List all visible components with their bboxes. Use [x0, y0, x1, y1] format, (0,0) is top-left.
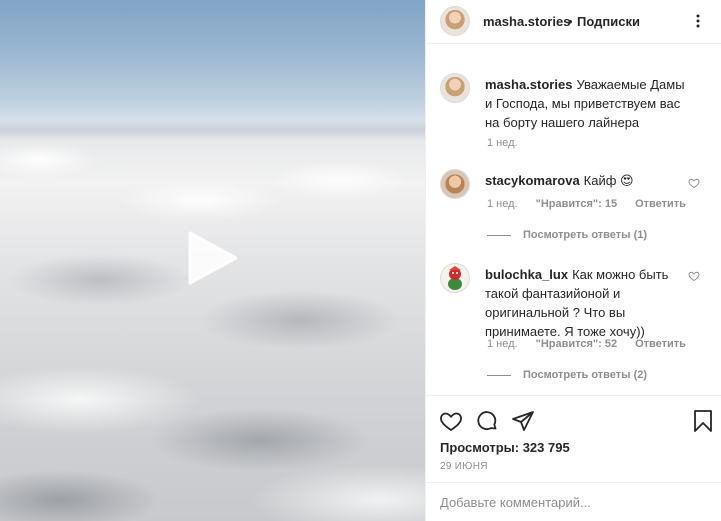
comment-icon[interactable]: [475, 409, 499, 433]
share-icon[interactable]: [511, 409, 535, 433]
comment-time[interactable]: 1 нед.: [487, 198, 518, 210]
post-sidebar: masha.stories • Подписки masha.stories Ув…: [425, 0, 721, 521]
add-comment-section: [426, 482, 721, 521]
comment-text: Кайф 😍: [583, 173, 634, 188]
play-icon[interactable]: [182, 229, 240, 287]
view-replies-label: Посмотреть ответы (1): [523, 229, 648, 241]
caption-text-block: masha.stories Уважаемые Дамы и Господа, м…: [485, 75, 685, 132]
comment-text-block: stacykomarova Кайф 😍: [485, 171, 685, 190]
views-count[interactable]: Просмотры: 323 795: [440, 440, 570, 455]
comment-heart-icon[interactable]: [688, 177, 700, 189]
video-frame: [0, 120, 425, 521]
caption-time[interactable]: 1 нед.: [487, 137, 518, 149]
comment-text-block: bulochka_lux Как можно быть такой фантази…: [485, 265, 685, 341]
comment-meta: 1 нед. "Нравится": 52 Ответить: [487, 338, 686, 350]
author-username[interactable]: masha.stories: [483, 14, 570, 29]
comment-heart-icon[interactable]: [688, 270, 700, 282]
comment-avatar[interactable]: [440, 263, 470, 293]
comment-username[interactable]: stacykomarova: [485, 173, 580, 188]
comment-time[interactable]: 1 нед.: [487, 338, 518, 350]
post-media-video[interactable]: [0, 0, 425, 521]
caption-username[interactable]: masha.stories: [485, 77, 572, 92]
follow-status-button[interactable]: Подписки: [577, 14, 640, 29]
post-actions: Просмотры: 323 795 29 ИЮНЯ: [426, 395, 721, 521]
bookmark-icon[interactable]: [691, 409, 715, 433]
comment-reply-button[interactable]: Ответить: [635, 198, 686, 210]
comments-list: masha.stories Уважаемые Дамы и Господа, м…: [426, 53, 721, 395]
more-icon[interactable]: [690, 13, 706, 29]
separator-dot: •: [568, 14, 573, 29]
post-header: masha.stories • Подписки: [426, 0, 721, 44]
comment-input[interactable]: [440, 492, 700, 512]
post-date[interactable]: 29 ИЮНЯ: [440, 461, 488, 472]
author-avatar[interactable]: [440, 6, 470, 36]
view-replies-button[interactable]: Посмотреть ответы (1): [487, 229, 647, 241]
comment-reply-button[interactable]: Ответить: [635, 338, 686, 350]
replies-divider-line: [487, 234, 511, 236]
character-avatar-image: [448, 266, 462, 290]
view-replies-button[interactable]: Посмотреть ответы (2): [487, 369, 647, 381]
comment-likes[interactable]: "Нравится": 52: [536, 338, 617, 350]
comment-likes[interactable]: "Нравится": 15: [536, 198, 617, 210]
replies-divider-line: [487, 374, 511, 376]
heart-icon[interactable]: [439, 409, 463, 433]
view-replies-label: Посмотреть ответы (2): [523, 369, 648, 381]
comment-meta: 1 нед. "Нравится": 15 Ответить: [487, 198, 686, 210]
comment-username[interactable]: bulochka_lux: [485, 267, 568, 282]
comment-avatar[interactable]: [440, 169, 470, 199]
caption-avatar[interactable]: [440, 73, 470, 103]
